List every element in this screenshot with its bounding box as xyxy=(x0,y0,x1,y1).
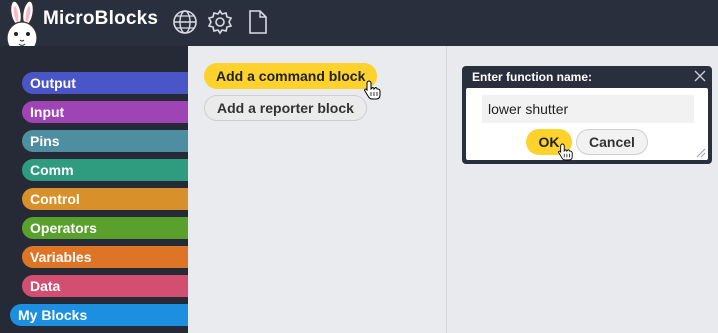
top-bar: MicroBlocks xyxy=(0,0,718,55)
dialog-title: Enter function name: xyxy=(472,70,593,84)
category-sidebar: Output Input Pins Comm Control Operators… xyxy=(0,46,188,333)
gear-icon[interactable] xyxy=(207,9,233,35)
hand-cursor-icon xyxy=(558,143,573,161)
category-pins[interactable]: Pins xyxy=(22,130,188,152)
function-name-dialog: Enter function name: OK Cancel xyxy=(462,66,712,164)
add-command-block-button[interactable]: Add a command block xyxy=(204,63,378,89)
hand-cursor-icon xyxy=(364,80,381,100)
category-input[interactable]: Input xyxy=(22,101,188,123)
resize-grip-icon[interactable] xyxy=(694,146,706,158)
category-comm[interactable]: Comm xyxy=(22,159,188,181)
dialog-body: OK Cancel xyxy=(466,88,708,161)
app-title: MicroBlocks xyxy=(43,8,159,29)
cancel-button[interactable]: Cancel xyxy=(576,129,648,155)
category-data[interactable]: Data xyxy=(22,275,188,297)
category-variables[interactable]: Variables xyxy=(22,246,188,268)
block-palette: Add a command block Add a reporter block xyxy=(188,46,446,333)
category-control[interactable]: Control xyxy=(22,188,188,210)
close-icon[interactable] xyxy=(693,69,707,83)
category-output[interactable]: Output xyxy=(22,72,188,94)
category-my-blocks[interactable]: My Blocks xyxy=(10,304,188,326)
category-operators[interactable]: Operators xyxy=(22,217,188,239)
function-name-input[interactable] xyxy=(482,95,694,123)
globe-icon[interactable] xyxy=(172,9,198,35)
file-icon[interactable] xyxy=(244,9,270,35)
add-reporter-block-button[interactable]: Add a reporter block xyxy=(204,95,367,121)
